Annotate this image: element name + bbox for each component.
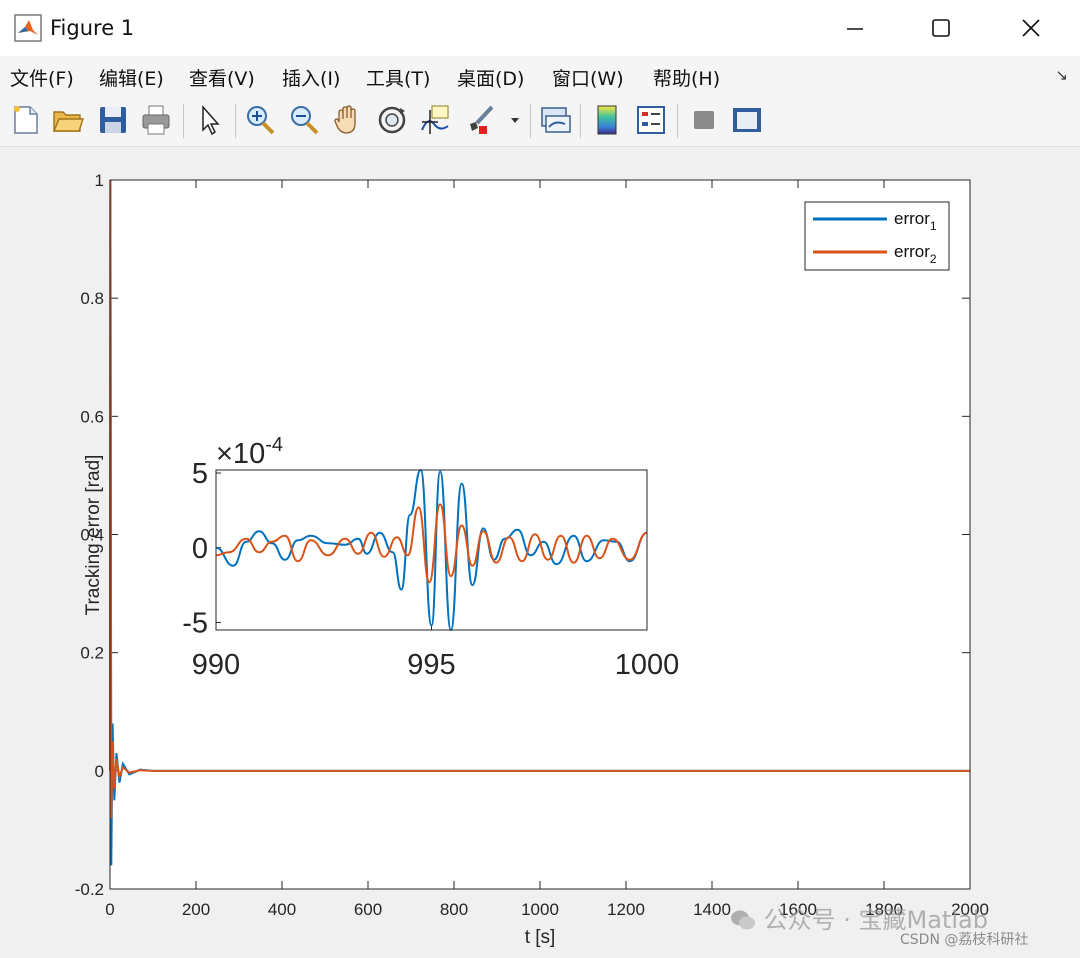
new-figure-button[interactable] — [8, 102, 44, 138]
brush-dropdown-button[interactable] — [505, 102, 525, 138]
hide-plot-tools-icon — [694, 111, 714, 129]
toolbar-separator — [677, 104, 678, 138]
x-tick-label: 0 — [105, 900, 114, 919]
zoom-out-button[interactable] — [286, 102, 322, 138]
save-button[interactable] — [95, 102, 131, 138]
inset-x-tick-label: 1000 — [615, 649, 680, 681]
new-figure-icon — [14, 106, 38, 134]
zoom-out-icon — [291, 106, 319, 135]
menu-bar: 文件(F) 编辑(E) 查看(V) 插入(I) 工具(T) 桌面(D) 窗口(W… — [0, 56, 1080, 96]
toolbar-separator — [183, 104, 184, 138]
y-axis-label: Tracking error [rad] — [83, 455, 104, 616]
save-icon — [100, 107, 126, 133]
close-button[interactable] — [988, 0, 1074, 56]
menu-desktop[interactable]: 桌面(D) — [457, 64, 524, 91]
menu-edit[interactable]: 编辑(E) — [99, 64, 164, 91]
menu-help[interactable]: 帮助(H) — [653, 64, 720, 91]
menu-window[interactable]: 窗口(W) — [552, 64, 624, 91]
show-plot-tools-icon — [733, 108, 761, 132]
x-tick-label: 200 — [182, 900, 210, 919]
edit-plot-button[interactable] — [192, 102, 228, 138]
x-tick-label: 800 — [440, 900, 468, 919]
figure-svg: 0 200 400 600 800 1000 1200 1400 1600 1800 2000 -0… — [75, 171, 989, 948]
inset-x-tick-label: 990 — [192, 649, 240, 681]
pan-button[interactable] — [330, 102, 366, 138]
x-tick-label: 400 — [268, 900, 296, 919]
csdn-watermark: CSDN @荔枝科研社 — [900, 932, 1029, 948]
x-axis-label: t [s] — [525, 927, 556, 948]
x-tick-label: 600 — [354, 900, 382, 919]
print-icon — [142, 105, 170, 135]
inset-y-tick-label: -5 — [182, 608, 208, 640]
menu-insert[interactable]: 插入(I) — [282, 64, 340, 91]
maximize-icon — [932, 19, 950, 37]
inset-y-tick-label: 5 — [192, 458, 208, 490]
legend-icon — [637, 106, 665, 134]
wechat-logo-icon — [730, 909, 756, 931]
link-plot-button[interactable] — [537, 102, 573, 138]
print-button[interactable] — [138, 102, 174, 138]
figure-toolbar — [0, 96, 1080, 147]
minimize-button[interactable] — [812, 0, 898, 56]
toolbar-separator — [530, 104, 531, 138]
x-tick-label: 1000 — [521, 900, 559, 919]
menu-view[interactable]: 查看(V) — [189, 64, 255, 91]
pan-hand-icon — [334, 105, 356, 134]
y-tick-label: 0.8 — [80, 289, 104, 308]
open-file-button[interactable] — [50, 102, 86, 138]
menu-file[interactable]: 文件(F) — [10, 64, 74, 91]
link-plot-icon — [541, 107, 571, 133]
y-tick-label: 0 — [95, 762, 104, 781]
inset-y-tick-label: 0 — [192, 533, 208, 565]
inset-x-tick-label: 995 — [407, 649, 455, 681]
window-title: Figure 1 — [50, 16, 135, 40]
x-tick-label: 1400 — [693, 900, 731, 919]
brush-button[interactable] — [462, 102, 498, 138]
matlab-figure-window: Figure 1 文件(F) 编辑(E) 查看(V) 插入(I) 工具(T) 桌… — [0, 0, 1080, 956]
data-cursor-button[interactable] — [418, 102, 454, 138]
x-tick-label: 1200 — [607, 900, 645, 919]
rotate-3d-button[interactable] — [374, 102, 410, 138]
colorbar-icon — [597, 105, 617, 135]
menu-tools[interactable]: 工具(T) — [366, 64, 430, 91]
legend[interactable]: error1 error2 — [804, 201, 950, 271]
open-file-icon — [52, 111, 84, 132]
toolbar-separator — [235, 104, 236, 138]
inset-axes-background — [216, 470, 647, 630]
y-tick-label: -0.2 — [75, 880, 104, 899]
matlab-logo-icon — [14, 14, 42, 42]
y-tick-label: 0.6 — [80, 407, 104, 426]
minimize-icon — [847, 28, 863, 30]
title-bar[interactable]: Figure 1 — [0, 0, 1080, 56]
select-arrow-icon — [202, 105, 220, 136]
figure-canvas: 0 200 400 600 800 1000 1200 1400 1600 1800 2000 -0… — [6, 148, 1076, 954]
insert-colorbar-button[interactable] — [589, 102, 625, 138]
show-plot-tools-button[interactable] — [729, 102, 765, 138]
toolbar-separator — [580, 104, 581, 138]
hide-plot-tools-button[interactable] — [686, 102, 722, 138]
zoom-in-icon — [247, 106, 275, 135]
toolbar-dock-arrow-icon[interactable]: ↘ — [1055, 66, 1068, 84]
data-cursor-icon — [421, 105, 449, 134]
chevron-down-icon — [511, 118, 519, 123]
brush-icon — [470, 105, 494, 134]
y-tick-label: 1 — [95, 171, 104, 190]
close-icon — [1022, 19, 1040, 37]
zoom-in-button[interactable] — [242, 102, 278, 138]
maximize-button[interactable] — [898, 0, 984, 56]
y-tick-label: 0.2 — [80, 644, 104, 663]
insert-legend-button[interactable] — [633, 102, 669, 138]
rotate-3d-icon — [378, 106, 406, 134]
